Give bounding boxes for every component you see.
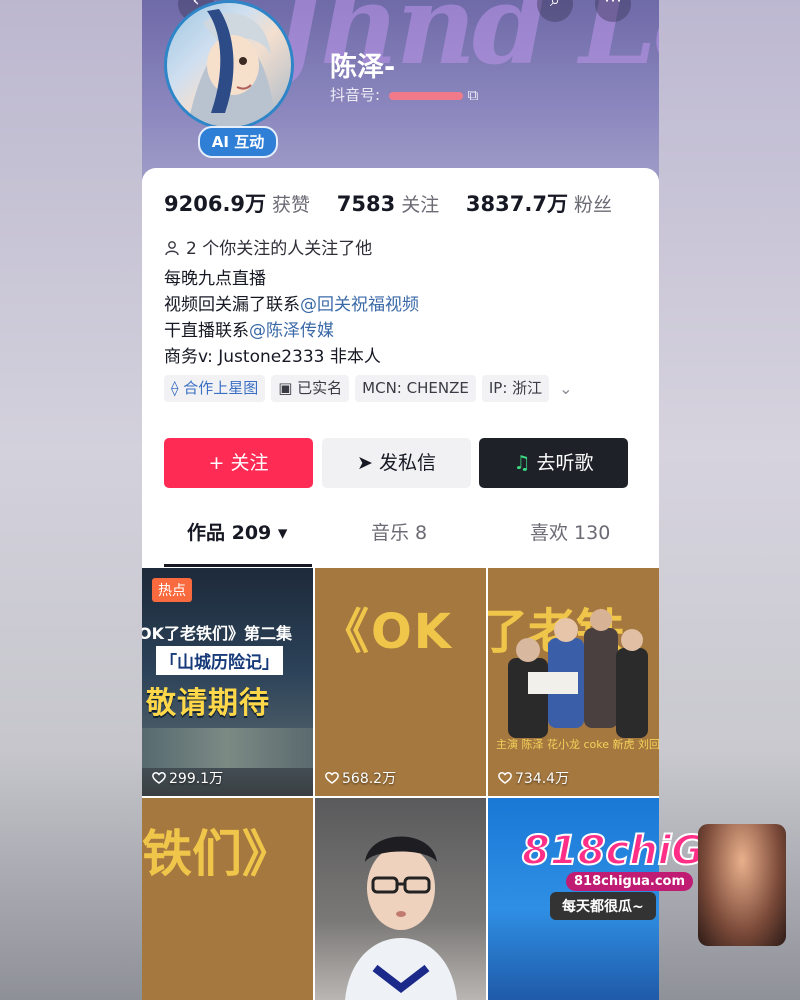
fans-label[interactable]: 粉丝	[574, 194, 612, 216]
video-thumbnail[interactable]: 《OK 568.2万	[315, 568, 486, 796]
tab-likes[interactable]: 喜欢 130	[530, 518, 610, 545]
watermark-ad-overlay: 818chiGUA 818chigua.com 每天都很瓜~	[520, 820, 790, 950]
cast-names: 主演 陈泽 花小龙 coke 新虎 刘回	[496, 738, 659, 751]
like-count-value: 299.1万	[169, 771, 224, 787]
copy-icon[interactable]: ⧉	[468, 86, 479, 104]
tab-active-indicator	[164, 564, 312, 567]
video-thumbnail[interactable]: 热点 OK了老铁们》第二集 「山城历险记」 敬请期待 299.1万	[142, 568, 313, 796]
bio-line-4: 商务v: Justone2333 非本人	[164, 347, 381, 367]
avatar-illustration	[187, 9, 277, 127]
video-title-text: 铁们》	[142, 825, 292, 883]
tag-verified[interactable]: ▣ 已实名	[271, 375, 350, 402]
profile-stats: 9206.9万 获赞 7583 关注 3837.7万 粉丝	[164, 188, 632, 218]
heart-icon	[152, 772, 166, 784]
profile-header: Jhnd Love ‹ ⌕ ⋯ AI 互动 陈泽- 抖音号: ⧉	[142, 0, 659, 190]
mutual-followers-text: 2 个你关注的人关注了他	[186, 239, 373, 259]
tag-star-cooperation[interactable]: ⟠ 合作上星图	[164, 375, 266, 402]
video-thumbnail[interactable]	[315, 798, 486, 1000]
douyin-id-label: 抖音号:	[330, 86, 381, 104]
caret-down-icon: ▾	[277, 522, 288, 544]
ad-photo	[698, 824, 786, 946]
person-icon	[165, 241, 179, 256]
douyin-id-redacted	[388, 91, 463, 100]
following-label[interactable]: 关注	[401, 194, 439, 216]
fans-count[interactable]: 3837.7万	[466, 192, 568, 216]
like-count: 734.4万	[498, 768, 569, 788]
tag-mcn[interactable]: MCN: CHENZE	[355, 375, 476, 402]
video-title-text: OK了老铁们》第二集	[142, 624, 293, 643]
hot-badge: 热点	[152, 578, 192, 602]
like-count: 299.1万	[152, 768, 223, 788]
mutual-followers[interactable]: 2 个你关注的人关注了他	[164, 234, 372, 259]
ai-interact-badge[interactable]: AI 互动	[198, 126, 278, 158]
bio-line-2-text: 视频回关漏了联系	[164, 295, 300, 315]
ad-slogan: 每天都很瓜~	[550, 892, 656, 920]
video-thumbnail[interactable]: 了老铁 主演 陈泽 花小龙 coke 新虎 刘回 734.4万	[488, 568, 659, 796]
ad-site-url: 818chigua.com	[566, 872, 694, 891]
send-icon: ➤	[357, 452, 379, 474]
douyin-id: 抖音号: ⧉	[330, 84, 478, 105]
video-thumbnail[interactable]: 铁们》	[142, 798, 313, 1000]
message-button-label: 发私信	[378, 452, 436, 474]
bio-mention-link-2[interactable]: @陈泽传媒	[249, 321, 334, 341]
video-title-text: 《OK	[321, 604, 454, 660]
profile-info-card: 9206.9万 获赞 7583 关注 3837.7万 粉丝 2 个你关注的人关注了他 …	[142, 168, 659, 568]
profile-tags: ⟠ 合作上星图 ▣ 已实名 MCN: CHENZE IP: 浙江 ⌄	[164, 375, 577, 402]
tab-works-label: 作品 209	[187, 522, 272, 544]
like-count-value: 734.4万	[515, 771, 570, 787]
content-tabs: 作品 209 ▾ 音乐 8 喜欢 130	[142, 518, 659, 567]
like-count: 568.2万	[325, 768, 396, 788]
likes-label: 获赞	[272, 194, 311, 216]
bio-line-3-text: 干直播联系	[164, 321, 249, 341]
city-scene	[142, 728, 313, 768]
bio-mention-link-1[interactable]: @回关祝福视频	[300, 295, 419, 315]
tag-ip: IP: 浙江	[481, 375, 550, 402]
video-caption-text: 敬请期待	[146, 686, 270, 721]
tag-verified-label: 已实名	[297, 379, 343, 397]
person-portrait	[345, 836, 457, 1000]
star-map-icon: ⟠	[171, 379, 184, 397]
id-card-icon: ▣	[278, 379, 298, 397]
like-count-value: 568.2万	[342, 771, 397, 787]
tab-works[interactable]: 作品 209 ▾	[187, 518, 287, 545]
likes-count: 9206.9万	[164, 192, 267, 216]
profile-bio: 每晚九点直播 视频回关漏了联系@回关祝福视频 干直播联系@陈泽传媒 商务v: J…	[164, 266, 419, 370]
tab-music[interactable]: 音乐 8	[371, 518, 427, 545]
bio-line-2: 视频回关漏了联系@回关祝福视频	[164, 292, 419, 318]
listen-music-label: 去听歌	[536, 452, 594, 474]
message-button[interactable]: ➤ 发私信	[322, 438, 471, 488]
background-left	[0, 0, 142, 1000]
avatar[interactable]	[164, 0, 294, 130]
follow-button[interactable]: + 关注	[164, 438, 313, 488]
avatar-image	[167, 3, 291, 127]
profile-name: 陈泽-	[330, 52, 396, 83]
tag-star-label: 合作上星图	[183, 379, 259, 397]
video-subtitle-text: 「山城历险记」	[156, 646, 283, 675]
heart-icon	[498, 772, 512, 784]
following-count[interactable]: 7583	[337, 192, 395, 216]
bio-line-1: 每晚九点直播	[164, 269, 266, 289]
listen-music-button[interactable]: ♫ 去听歌	[479, 438, 628, 488]
heart-icon	[325, 772, 339, 784]
music-note-icon: ♫	[513, 452, 537, 474]
chevron-down-icon[interactable]: ⌄	[555, 375, 576, 402]
bio-line-3: 干直播联系@陈泽传媒	[164, 318, 419, 344]
